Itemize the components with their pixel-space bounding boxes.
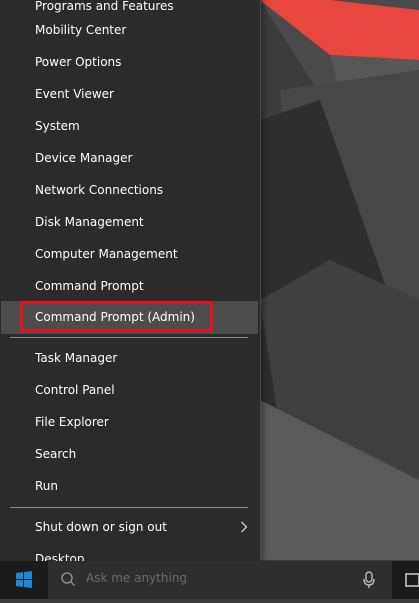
search-placeholder: Ask me anything bbox=[86, 571, 188, 585]
menu-item-computer-management[interactable]: Computer Management bbox=[1, 238, 258, 270]
menu-item-search[interactable]: Search bbox=[1, 438, 258, 470]
taskbar-search-box[interactable]: Ask me anything bbox=[48, 561, 392, 599]
winx-power-user-menu: Programs and Features Mobility Center Po… bbox=[0, 0, 261, 566]
menu-item-command-prompt[interactable]: Command Prompt bbox=[1, 270, 258, 302]
menu-item-mobility-center[interactable]: Mobility Center bbox=[1, 14, 258, 46]
menu-separator bbox=[10, 337, 248, 338]
search-icon bbox=[61, 572, 76, 587]
menu-item-run[interactable]: Run bbox=[1, 470, 258, 502]
windows-logo-icon bbox=[16, 571, 32, 588]
menu-item-shut-down-or-sign-out[interactable]: Shut down or sign out bbox=[1, 511, 258, 543]
menu-item-label: Shut down or sign out bbox=[35, 520, 167, 534]
taskbar: Ask me anything bbox=[0, 561, 419, 599]
menu-item-power-options[interactable]: Power Options bbox=[1, 46, 258, 78]
menu-item-disk-management[interactable]: Disk Management bbox=[1, 206, 258, 238]
start-button[interactable] bbox=[0, 561, 48, 599]
menu-item-event-viewer[interactable]: Event Viewer bbox=[1, 78, 258, 110]
menu-item-network-connections[interactable]: Network Connections bbox=[1, 174, 258, 206]
menu-separator bbox=[10, 507, 248, 508]
menu-item-command-prompt-admin[interactable]: Command Prompt (Admin) bbox=[1, 301, 258, 334]
menu-item-device-manager[interactable]: Device Manager bbox=[1, 142, 258, 174]
menu-item-control-panel[interactable]: Control Panel bbox=[1, 374, 258, 406]
menu-item-file-explorer[interactable]: File Explorer bbox=[1, 406, 258, 438]
task-view-icon[interactable] bbox=[404, 571, 419, 589]
menu-item-system[interactable]: System bbox=[1, 110, 258, 142]
microphone-icon[interactable] bbox=[362, 571, 376, 589]
menu-item-task-manager[interactable]: Task Manager bbox=[1, 342, 258, 374]
chevron-right-icon bbox=[240, 511, 248, 543]
